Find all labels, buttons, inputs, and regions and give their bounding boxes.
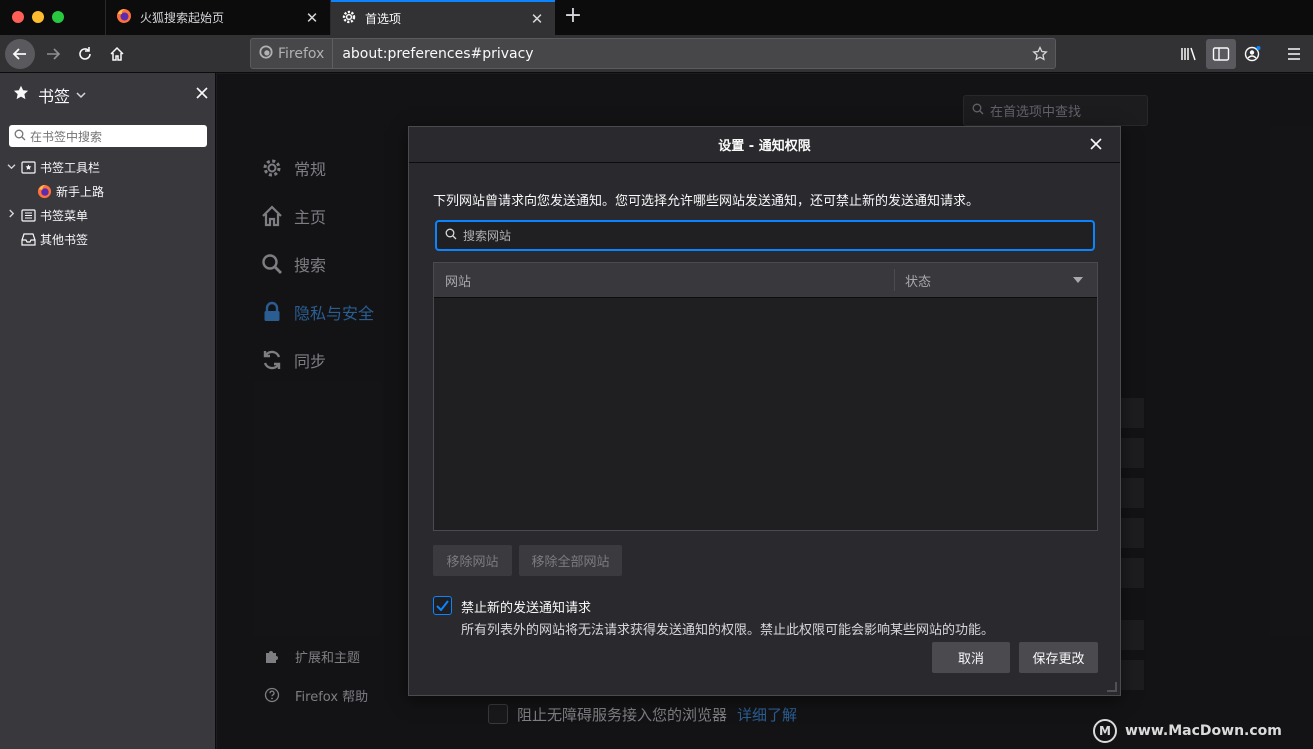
bookmark-search-input[interactable]: 在书签中搜索 xyxy=(9,125,207,147)
notification-permissions-dialog: 设置 - 通知权限 下列网站曾请求向您发送通知。您可选择允许哪些网站发送通知，还… xyxy=(408,126,1121,696)
back-button[interactable] xyxy=(5,39,35,69)
block-new-requests-label: 禁止新的发送通知请求 xyxy=(461,601,592,616)
search-icon xyxy=(445,228,457,243)
checkmark-icon xyxy=(436,600,449,611)
library-button[interactable] xyxy=(1174,39,1204,69)
tab-firefox-search[interactable]: 火狐搜索起始页 ✕ xyxy=(105,0,331,35)
forward-button[interactable] xyxy=(38,39,68,69)
dialog-title-text: 设置 - 通知权限 xyxy=(718,139,811,154)
star-icon xyxy=(1032,45,1048,61)
bookmarks-menu-icon xyxy=(20,207,36,223)
account-button[interactable] xyxy=(1238,39,1268,69)
tab-close-button[interactable]: ✕ xyxy=(529,11,545,27)
star-icon xyxy=(12,84,30,106)
dialog-title: 设置 - 通知权限 xyxy=(409,127,1120,163)
column-label: 状态 xyxy=(905,274,932,290)
close-icon xyxy=(1090,138,1102,150)
arrow-right-icon xyxy=(47,48,61,60)
menu-button[interactable] xyxy=(1279,39,1309,69)
library-icon xyxy=(1181,47,1196,61)
close-icon xyxy=(196,87,208,99)
firefox-logo-icon xyxy=(259,44,273,63)
firefox-icon xyxy=(116,8,132,27)
resize-grip[interactable] xyxy=(1107,682,1117,692)
home-button[interactable] xyxy=(102,39,132,69)
navigation-toolbar: Firefox about:preferences#privacy xyxy=(0,35,1313,73)
dialog-description: 下列网站曾请求向您发送通知。您可选择允许哪些网站发送通知，还可禁止新的发送通知请… xyxy=(433,194,980,209)
bookmark-star-button[interactable] xyxy=(1025,39,1055,69)
reload-button[interactable] xyxy=(70,39,100,69)
sidebar-close-button[interactable] xyxy=(196,83,208,104)
bookmark-item[interactable]: 新手上路 xyxy=(36,180,104,202)
column-header-status[interactable]: 状态 xyxy=(895,271,1097,290)
sidebar-toggle-button[interactable] xyxy=(1206,39,1236,69)
bookmark-label: 书签工具栏 xyxy=(40,160,101,175)
tab-strip: 火狐搜索起始页 ✕ 首选项 ✕ + xyxy=(0,0,1313,35)
sidebar-icon xyxy=(1212,47,1230,61)
window-minimize-button[interactable] xyxy=(32,11,44,23)
url-bar[interactable]: Firefox about:preferences#privacy xyxy=(250,38,1056,69)
bookmark-folder-toolbar[interactable]: 书签工具栏 xyxy=(6,156,100,178)
dialog-close-button[interactable] xyxy=(1090,135,1102,155)
chevron-down-icon[interactable] xyxy=(6,162,16,173)
watermark-text: www.MacDown.com xyxy=(1125,723,1282,739)
chevron-down-icon xyxy=(76,89,86,102)
reload-icon xyxy=(79,47,91,60)
identity-label: Firefox xyxy=(278,45,325,62)
window-zoom-button[interactable] xyxy=(52,11,64,23)
chevron-right-icon[interactable] xyxy=(6,209,16,221)
column-header-site[interactable]: 网站 xyxy=(434,269,895,291)
identity-box[interactable]: Firefox xyxy=(251,39,334,68)
cancel-button[interactable]: 取消 xyxy=(932,642,1010,673)
tab-label: 火狐搜索起始页 xyxy=(140,11,225,25)
remove-all-sites-button[interactable]: 移除全部网站 xyxy=(519,545,622,576)
sidebar-title: 书签 xyxy=(38,87,71,106)
site-search-input[interactable]: 搜索网站 xyxy=(435,220,1095,251)
search-placeholder: 在书签中搜索 xyxy=(30,129,103,144)
save-changes-button[interactable]: 保存更改 xyxy=(1019,642,1098,673)
bookmark-label: 其他书签 xyxy=(40,232,89,247)
new-tab-button[interactable]: + xyxy=(562,5,584,29)
gear-icon xyxy=(341,9,357,28)
window-close-button[interactable] xyxy=(12,11,24,23)
permissions-table: 网站 状态 xyxy=(433,262,1098,531)
sort-down-icon xyxy=(1073,275,1083,286)
bookmark-folder-menu[interactable]: 书签菜单 xyxy=(6,204,88,226)
block-new-requests-checkbox[interactable] xyxy=(433,596,452,615)
hamburger-icon xyxy=(1288,48,1300,60)
bookmark-label: 书签菜单 xyxy=(40,208,89,223)
column-label: 网站 xyxy=(445,274,472,290)
arrow-left-icon xyxy=(12,48,26,60)
other-bookmarks-icon xyxy=(20,231,36,247)
bookmark-label: 新手上路 xyxy=(56,184,105,199)
tab-preferences[interactable]: 首选项 ✕ xyxy=(331,0,555,35)
bookmarks-toolbar-icon xyxy=(20,159,36,175)
account-icon xyxy=(1244,46,1261,62)
search-icon xyxy=(14,129,26,144)
bookmarks-sidebar: 书签 在书签中搜索 书签工具栏 新手上路 书签菜单 其他书签 xyxy=(0,73,216,749)
sidebar-header[interactable]: 书签 xyxy=(12,83,208,107)
home-icon xyxy=(110,46,124,61)
bookmark-folder-other[interactable]: 其他书签 xyxy=(6,228,88,250)
remove-site-button[interactable]: 移除网站 xyxy=(433,545,512,576)
macdown-logo-icon: M xyxy=(1093,719,1117,743)
watermark: M www.MacDown.com xyxy=(1093,718,1282,744)
firefox-icon xyxy=(36,183,52,199)
url-text[interactable]: about:preferences#privacy xyxy=(342,46,1025,62)
table-header: 网站 状态 xyxy=(434,263,1097,298)
tab-close-button[interactable]: ✕ xyxy=(304,10,320,26)
search-placeholder: 搜索网站 xyxy=(463,229,512,243)
tab-label: 首选项 xyxy=(365,12,402,26)
block-new-requests-description: 所有列表外的网站将无法请求获得发送通知的权限。禁止此权限可能会影响某些网站的功能… xyxy=(461,623,995,638)
